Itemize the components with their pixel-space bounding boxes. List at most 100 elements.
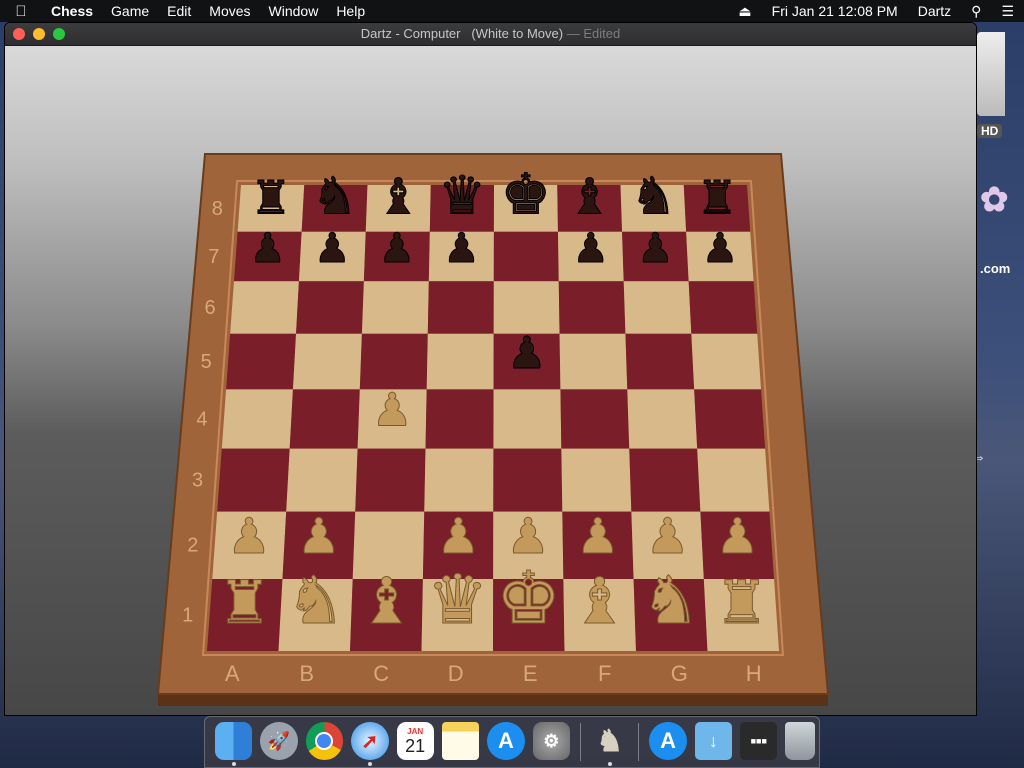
black-pawn-b7[interactable]: ♟ — [314, 224, 352, 273]
board-square — [361, 281, 429, 334]
menu-app-chess[interactable]: Chess — [42, 0, 102, 22]
rank-label: 5 — [201, 351, 212, 373]
board-square — [558, 281, 626, 334]
board-square — [217, 448, 290, 512]
board-square — [296, 281, 364, 334]
menu-window[interactable]: Window — [260, 0, 328, 22]
black-bishop-c8[interactable]: ♝ — [376, 167, 421, 226]
black-pawn-h7[interactable]: ♟ — [701, 224, 739, 273]
board-square — [493, 231, 559, 282]
black-queen-d8[interactable]: ♛ — [438, 165, 486, 227]
notification-center-icon[interactable]: ☰ — [991, 0, 1024, 22]
black-knight-g8[interactable]: ♞ — [630, 167, 677, 227]
board-square — [426, 333, 494, 390]
white-rook-h1[interactable]: ♜ — [714, 569, 768, 639]
rank-label: 7 — [208, 246, 219, 268]
black-pawn-c7[interactable]: ♟ — [378, 224, 416, 273]
file-label: A — [225, 661, 240, 686]
white-pawn-g2[interactable]: ♟ — [645, 507, 690, 565]
white-bishop-f1[interactable]: ♝ — [570, 565, 628, 640]
chess-board-view[interactable]: 8 7 6 5 4 3 2 1 A B C D E F G H ♜ ♞ ♝ ♛ ♚ ♝ ♞ ♜ ♟ ♟ ♟ ♟ ♟ ♟ ♟ ♟ ♟ ♟ ♟ ♟ ♟ ♟ ♟ ♟… — [5, 46, 976, 715]
spotlight-search-icon[interactable]: ⚲ — [961, 0, 991, 22]
chrome-icon[interactable] — [305, 722, 344, 760]
desktop-app-icon[interactable]: ✿ — [980, 180, 1020, 240]
board-square — [493, 389, 562, 449]
menu-edit[interactable]: Edit — [158, 0, 200, 22]
white-pawn-h2[interactable]: ♟ — [715, 507, 760, 565]
white-bishop-c1[interactable]: ♝ — [357, 565, 415, 640]
calendar-icon[interactable]: JAN 21 — [396, 722, 434, 760]
board-square — [560, 389, 630, 449]
rank-label: 3 — [192, 470, 203, 492]
black-king-e8[interactable]: ♚ — [500, 162, 551, 228]
board-square — [359, 333, 428, 390]
board-square — [427, 281, 494, 334]
black-pawn-e5[interactable]: ♟ — [507, 327, 547, 379]
white-queen-d1[interactable]: ♛ — [426, 561, 488, 641]
white-rook-a1[interactable]: ♜ — [217, 569, 271, 639]
hard-drive-icon[interactable] — [977, 32, 1005, 116]
hard-drive-label[interactable]: HD — [977, 124, 1003, 138]
board-square — [691, 333, 762, 390]
white-pawn-b2[interactable]: ♟ — [296, 507, 341, 565]
safari-icon[interactable]: ➚ — [351, 722, 389, 766]
window-titlebar[interactable]: Dartz - Computer (White to Move) — Edite… — [5, 23, 976, 46]
board-square — [561, 448, 632, 512]
menu-moves[interactable]: Moves — [200, 0, 259, 22]
file-label: C — [373, 661, 389, 686]
file-label: D — [448, 661, 464, 686]
white-king-e1[interactable]: ♚ — [496, 557, 562, 642]
minimize-window-button[interactable] — [33, 28, 45, 40]
finder-icon[interactable] — [215, 722, 253, 766]
white-pawn-c4[interactable]: ♟ — [371, 383, 413, 437]
rank-label: 8 — [212, 198, 223, 220]
eject-icon[interactable]: ⏏ — [728, 0, 761, 22]
white-pawn-a2[interactable]: ♟ — [227, 507, 272, 565]
zoom-window-button[interactable] — [53, 28, 65, 40]
window-title: Dartz - Computer — [360, 26, 461, 41]
board-square — [230, 281, 299, 334]
menu-help[interactable]: Help — [327, 0, 374, 22]
board-square — [221, 389, 293, 449]
board-square — [355, 448, 426, 512]
black-pawn-g7[interactable]: ♟ — [637, 224, 675, 273]
rank-label: 2 — [187, 535, 198, 557]
black-pawn-d7[interactable]: ♟ — [443, 224, 481, 273]
white-knight-b1[interactable]: ♞ — [285, 562, 345, 640]
app-store-icon[interactable]: A — [487, 722, 525, 760]
board-square — [424, 448, 494, 512]
white-pawn-d2[interactable]: ♟ — [436, 507, 481, 565]
trash-icon[interactable] — [785, 722, 815, 760]
menubar-clock[interactable]: Fri Jan 21 12:08 PM — [762, 0, 908, 22]
menu-game[interactable]: Game — [102, 0, 158, 22]
desktop-file-label[interactable]: .com — [980, 261, 1010, 276]
board-square — [697, 448, 770, 512]
black-bishop-f8[interactable]: ♝ — [567, 167, 612, 226]
file-label: B — [299, 661, 314, 686]
chess-board[interactable]: 87654321A B C D E F G H♜ ♞ ♝ ♛ ♚ ♝ ♞ ♜♟ ♟ ♟ ♟ ♟ ♟ ♟♟♟♟ ♟ ♟ ♟ ♟ ♟ ♟… — [5, 46, 976, 715]
notes-icon[interactable] — [441, 722, 480, 760]
downloads-folder-icon[interactable]: ↓ — [694, 722, 733, 760]
black-pawn-f7[interactable]: ♟ — [572, 224, 610, 273]
board-square — [559, 333, 628, 390]
app-store-downloads-icon[interactable]: A — [649, 722, 687, 760]
file-label: H — [746, 661, 762, 686]
black-knight-b8[interactable]: ♞ — [311, 167, 358, 227]
board-square — [688, 281, 758, 334]
black-pawn-a7[interactable]: ♟ — [249, 224, 287, 273]
close-window-button[interactable] — [13, 28, 25, 40]
board-square — [286, 448, 358, 512]
screen-capture-icon[interactable]: ■■■ — [740, 722, 778, 760]
white-knight-g1[interactable]: ♞ — [640, 562, 700, 640]
launchpad-icon[interactable]: 🚀 — [260, 722, 298, 760]
menubar-user[interactable]: Dartz — [908, 0, 961, 22]
board-square — [425, 389, 494, 449]
white-pawn-f2[interactable]: ♟ — [575, 507, 620, 565]
menu-bar:  Chess Game Edit Moves Window Help ⏏ Fr… — [0, 0, 1024, 22]
chess-icon[interactable]: ♞ — [591, 722, 628, 766]
system-preferences-icon[interactable]: ⚙ — [532, 722, 570, 760]
black-rook-a8[interactable]: ♜ — [250, 170, 292, 225]
apple-icon[interactable]:  — [0, 3, 42, 20]
black-rook-h8[interactable]: ♜ — [696, 170, 738, 225]
rank-label: 6 — [205, 297, 216, 319]
